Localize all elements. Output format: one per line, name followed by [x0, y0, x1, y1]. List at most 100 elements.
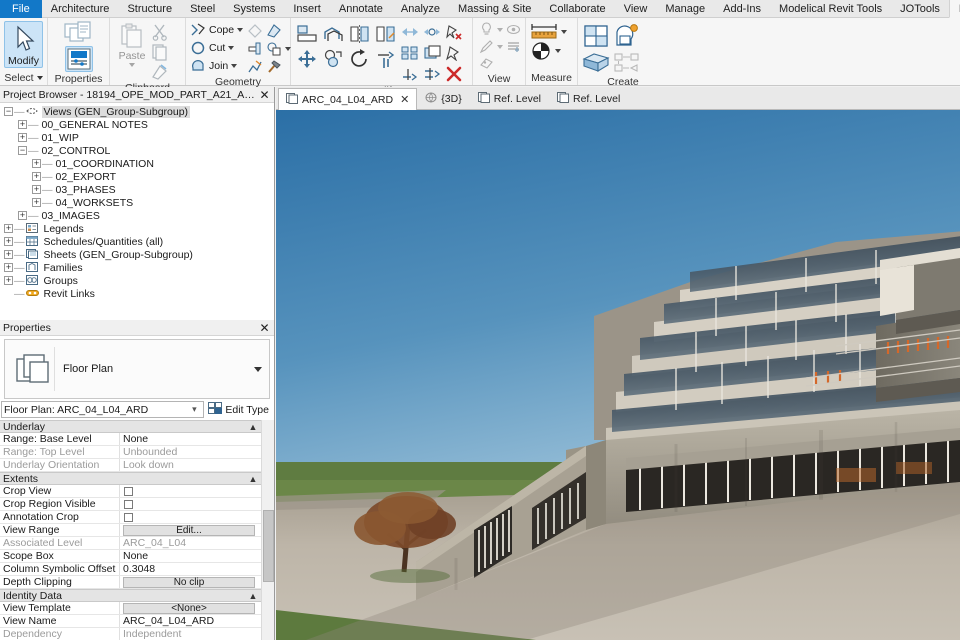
rotate-icon[interactable] — [349, 48, 371, 69]
property-value-cell[interactable]: No clip — [120, 576, 261, 588]
trim-extend-icon[interactable] — [375, 49, 397, 69]
ribbon-tab-add-ins[interactable]: Add-Ins — [714, 0, 770, 18]
tree-node[interactable]: + ― 03_IMAGES — [2, 209, 274, 222]
tree-node[interactable]: + ― 00_GENERAL NOTES — [2, 118, 274, 131]
tree-node[interactable]: + ― 04_WORKSETS — [2, 196, 274, 209]
create-part-icon[interactable] — [613, 22, 641, 50]
cut-clipboard-icon[interactable] — [151, 22, 169, 41]
measure-area-row[interactable] — [530, 41, 561, 60]
close-icon[interactable]: ✕ — [258, 89, 271, 101]
close-icon[interactable]: ✕ — [400, 93, 409, 106]
scale-icon[interactable] — [423, 24, 441, 40]
cope-button[interactable]: Cope — [190, 21, 244, 38]
close-icon[interactable]: ✕ — [258, 322, 271, 334]
ribbon-tab-steel[interactable]: Steel — [181, 0, 224, 18]
expand-toggle-icon[interactable]: + — [18, 211, 27, 220]
document-tab[interactable]: Ref. Level — [549, 88, 628, 109]
property-value-cell[interactable]: ARC_04_L04_ARD — [120, 615, 261, 627]
measure-between-refs-row[interactable] — [530, 23, 567, 40]
expand-toggle-icon[interactable]: + — [18, 133, 27, 142]
ribbon-tab-file[interactable]: File — [0, 0, 42, 18]
array-linear-icon[interactable] — [401, 24, 419, 40]
property-value-cell[interactable]: ARC_04_L04 — [120, 537, 261, 549]
ribbon-tab-modelical-revit-tools[interactable]: Modelical Revit Tools — [770, 0, 891, 18]
align-icon[interactable] — [297, 24, 319, 44]
copy-icon[interactable] — [151, 42, 169, 61]
property-value-cell[interactable]: Look down — [120, 459, 261, 471]
property-value-cell[interactable]: Independent — [120, 628, 261, 640]
property-row[interactable]: Annotation Crop — [0, 511, 261, 524]
property-value-cell[interactable]: 0.3048 — [120, 563, 261, 575]
type-selector-combobox[interactable]: Floor Plan: ARC_04_L04_ARD ▾ — [1, 401, 205, 418]
property-row[interactable]: Dependency Independent — [0, 628, 261, 640]
tree-node[interactable]: + ― 03_PHASES — [2, 183, 274, 196]
expand-toggle-icon[interactable]: + — [32, 185, 41, 194]
join-button[interactable]: Join — [190, 57, 243, 74]
ribbon-tab-modify[interactable]: Modify — [948, 0, 960, 18]
property-group-header[interactable]: Underlay ▲ — [0, 420, 261, 433]
tree-node[interactable]: + ― Sheets (GEN_Group-Subgroup) — [2, 248, 274, 261]
chevron-down-icon[interactable] — [237, 27, 244, 32]
property-action-button[interactable]: Edit... — [123, 524, 255, 536]
pin-icon[interactable] — [445, 45, 463, 61]
document-tab[interactable]: {3D} — [417, 88, 469, 109]
expand-toggle-icon[interactable]: + — [32, 159, 41, 168]
expand-toggle-icon[interactable]: + — [4, 224, 13, 233]
property-group-header[interactable]: Extents ▲ — [0, 472, 261, 485]
property-row[interactable]: Underlay Orientation Look down — [0, 459, 261, 472]
chevron-down-icon[interactable] — [228, 45, 235, 50]
document-tab[interactable]: Ref. Level — [470, 88, 549, 109]
scrollbar-thumb[interactable] — [263, 510, 274, 582]
expand-toggle-icon[interactable]: + — [4, 276, 13, 285]
properties-grid[interactable]: Underlay ▲ Range: Base Level None Range: Top… — [0, 420, 261, 640]
3d-rendered-view[interactable] — [276, 110, 960, 640]
unpin-icon[interactable] — [445, 24, 463, 40]
tree-node[interactable]: + ― Schedules/Quantities (all) — [2, 235, 274, 248]
property-row[interactable]: Associated Level ARC_04_L04 — [0, 537, 261, 550]
collapse-toggle-icon[interactable]: − — [4, 107, 13, 116]
expand-toggle-icon[interactable]: + — [4, 250, 13, 259]
mirror-pick-axis-icon[interactable] — [349, 24, 371, 44]
checkbox-icon[interactable] — [124, 499, 133, 509]
delete-icon[interactable] — [445, 66, 463, 82]
checkbox-icon[interactable] — [124, 512, 133, 522]
ribbon-tab-architecture[interactable]: Architecture — [42, 0, 119, 18]
property-value-cell[interactable]: None — [120, 433, 261, 445]
demolish-row[interactable] — [247, 22, 291, 39]
property-row[interactable]: View Name ARC_04_L04_ARD — [0, 615, 261, 628]
ribbon-tab-structure[interactable]: Structure — [118, 0, 181, 18]
chevron-up-icon[interactable]: ▲ — [245, 474, 261, 484]
chevron-up-icon[interactable]: ▲ — [245, 422, 261, 432]
ribbon-tab-collaborate[interactable]: Collaborate — [540, 0, 614, 18]
demolish-tool-row[interactable] — [247, 58, 291, 75]
property-row[interactable]: Column Symbolic Offset 0.3048 — [0, 563, 261, 576]
tree-node[interactable]: ― Revit Links — [2, 287, 274, 300]
create-group-icon[interactable] — [582, 51, 610, 75]
checkbox-icon[interactable] — [124, 486, 133, 496]
ribbon-tab-analyze[interactable]: Analyze — [392, 0, 449, 18]
match-type-icon[interactable] — [151, 62, 169, 81]
trim-multiple-icon[interactable] — [423, 66, 441, 82]
property-type-preview[interactable]: Floor Plan — [4, 339, 270, 399]
collapse-toggle-icon[interactable]: − — [18, 146, 27, 155]
property-action-button[interactable]: No clip — [123, 576, 255, 588]
paste-button[interactable]: Paste — [114, 21, 150, 67]
ribbon-tab-systems[interactable]: Systems — [224, 0, 284, 18]
property-value-cell[interactable] — [120, 485, 261, 497]
drawing-canvas[interactable] — [276, 110, 960, 640]
tree-node[interactable]: + ― 02_EXPORT — [2, 170, 274, 183]
create-similar-icon[interactable] — [582, 22, 610, 50]
project-browser-tree[interactable]: − ― Views (GEN_Group-Subgroup) + ― 00_GENERAL… — [0, 103, 274, 320]
modify-button[interactable]: Modify — [4, 21, 43, 68]
array-icon[interactable] — [401, 45, 419, 61]
offset-icon[interactable] — [323, 24, 345, 44]
ribbon-tab-insert[interactable]: Insert — [284, 0, 330, 18]
cut-button[interactable]: Cut — [190, 39, 243, 56]
view-linework-row[interactable] — [479, 38, 521, 55]
property-row[interactable]: Crop View — [0, 485, 261, 498]
expand-toggle-icon[interactable]: + — [4, 237, 13, 246]
ribbon-tab-jotools[interactable]: JOTools — [891, 0, 949, 18]
expand-toggle-icon[interactable]: + — [32, 198, 41, 207]
property-group-header[interactable]: Identity Data ▲ — [0, 589, 261, 602]
property-value-cell[interactable] — [120, 498, 261, 510]
